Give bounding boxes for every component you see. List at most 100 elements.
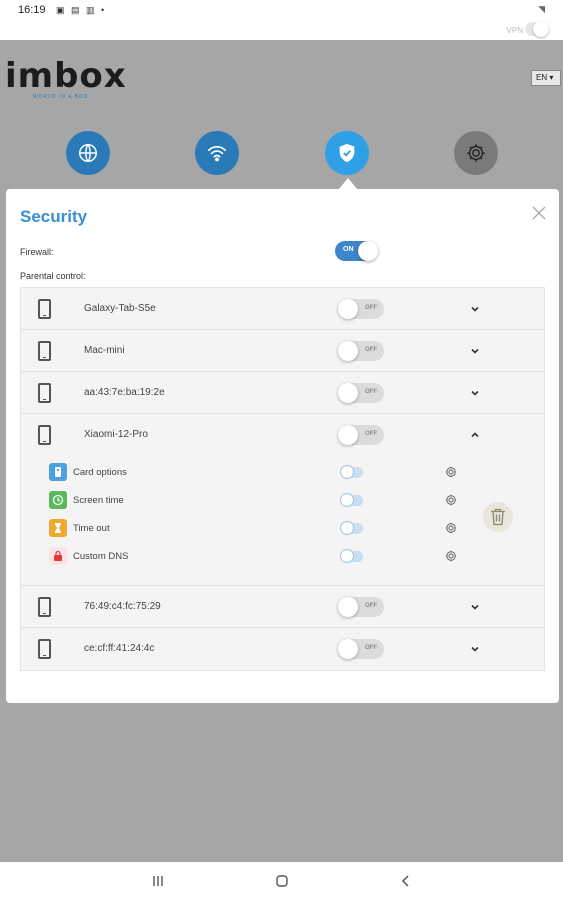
option-toggle[interactable] xyxy=(340,493,363,507)
chevron-down-icon[interactable] xyxy=(469,643,481,655)
device-toggle[interactable]: OFF xyxy=(338,597,384,617)
option-row-card-options: Card options xyxy=(49,462,469,484)
chevron-down-icon[interactable] xyxy=(469,303,481,315)
toggle-state-label: ON xyxy=(343,246,354,253)
chevron-up-icon[interactable] xyxy=(469,429,481,441)
toggle-state-label: OFF xyxy=(365,431,377,437)
option-toggle[interactable] xyxy=(340,549,363,563)
shield-icon xyxy=(339,143,355,163)
toggle-knob xyxy=(340,549,354,563)
option-label: Card options xyxy=(73,467,127,478)
device-row[interactable]: aa:43:7e:ba:19:2e OFF xyxy=(21,372,544,414)
device-toggle[interactable]: OFF xyxy=(338,425,384,445)
option-row-time-out: Time out xyxy=(49,518,469,540)
toggle-knob xyxy=(338,341,358,361)
parental-control-label: Parental control: xyxy=(20,271,86,281)
gear-icon[interactable] xyxy=(445,466,457,478)
option-row-screen-time: Screen time xyxy=(49,490,469,512)
lock-icon xyxy=(49,547,67,565)
delete-device-button[interactable] xyxy=(483,502,513,532)
system-nav-bar xyxy=(0,862,563,900)
device-name: Xiaomi-12-Pro xyxy=(84,429,148,440)
option-row-custom-dns: Custom DNS xyxy=(49,546,469,568)
toggle-state-label: OFF xyxy=(365,603,377,609)
device-row[interactable]: ce:cf:ff:41:24:4c OFF xyxy=(21,628,544,670)
card-icon xyxy=(49,463,67,481)
device-options-panel: Card options Screen time Time out Custom… xyxy=(21,456,544,586)
device-row-expanded[interactable]: Xiaomi-12-Pro OFF xyxy=(21,414,544,456)
device-row[interactable]: Galaxy-Tab-S5e OFF xyxy=(21,288,544,330)
device-toggle[interactable]: OFF xyxy=(338,383,384,403)
chevron-down-icon[interactable] xyxy=(469,387,481,399)
toggle-state-label: OFF xyxy=(365,389,377,395)
gear-icon[interactable] xyxy=(445,494,457,506)
globe-icon xyxy=(79,144,97,162)
clock-icon xyxy=(49,491,67,509)
trash-icon xyxy=(491,508,505,526)
status-time: 16:19 xyxy=(18,4,46,16)
language-select[interactable]: EN ▾ xyxy=(531,70,561,86)
toggle-knob xyxy=(358,241,378,261)
wifi-icon xyxy=(207,145,227,162)
back-icon[interactable] xyxy=(398,873,414,889)
device-toggle[interactable]: OFF xyxy=(338,299,384,319)
phone-icon xyxy=(38,639,51,659)
firewall-label: Firewall: xyxy=(20,247,54,257)
toggle-knob xyxy=(338,639,358,659)
option-label: Custom DNS xyxy=(73,551,129,562)
device-row[interactable]: Mac-mini OFF xyxy=(21,330,544,372)
status-wifi-icon: ◥ xyxy=(538,4,545,14)
toggle-knob xyxy=(340,465,354,479)
toggle-knob xyxy=(340,493,354,507)
phone-icon xyxy=(38,383,51,403)
toggle-knob xyxy=(338,299,358,319)
chevron-down-icon[interactable] xyxy=(469,601,481,613)
device-list: Galaxy-Tab-S5e OFF Mac-mini OFF aa:43:7e… xyxy=(20,287,545,671)
option-label: Screen time xyxy=(73,495,124,506)
phone-icon xyxy=(38,341,51,361)
nav-wifi-button[interactable] xyxy=(195,131,239,175)
device-name: 76:49:c4:fc:75:29 xyxy=(84,601,161,612)
nav-web-button[interactable] xyxy=(66,131,110,175)
notification-icons: ▣ ▤ ▥ • xyxy=(56,5,107,15)
phone-icon xyxy=(38,597,51,617)
nav-settings-button[interactable] xyxy=(454,131,498,175)
option-toggle[interactable] xyxy=(340,521,363,535)
device-row[interactable]: 76:49:c4:fc:75:29 OFF xyxy=(21,586,544,628)
vpn-label: VPN xyxy=(506,26,523,35)
logo-tagline: WORLD IN A BOX xyxy=(33,94,89,100)
recent-apps-icon[interactable] xyxy=(150,873,166,889)
toggle-state-label: OFF xyxy=(365,305,377,311)
device-toggle[interactable]: OFF xyxy=(338,639,384,659)
nav-security-button[interactable] xyxy=(325,131,369,175)
phone-icon xyxy=(38,299,51,319)
option-label: Time out xyxy=(73,523,110,534)
toggle-state-label: OFF xyxy=(365,347,377,353)
toggle-knob xyxy=(340,521,354,535)
phone-icon xyxy=(38,425,51,445)
chevron-down-icon[interactable] xyxy=(469,345,481,357)
device-name: Mac-mini xyxy=(84,345,125,356)
hourglass-icon xyxy=(49,519,67,537)
device-name: aa:43:7e:ba:19:2e xyxy=(84,387,165,398)
gear-icon[interactable] xyxy=(445,550,457,562)
device-name: ce:cf:ff:41:24:4c xyxy=(84,643,155,654)
status-bar: 16:19 ▣ ▤ ▥ • ◥ VPN xyxy=(0,0,563,40)
toggle-knob xyxy=(338,383,358,403)
device-toggle[interactable]: OFF xyxy=(338,341,384,361)
panel-title: Security xyxy=(20,207,88,226)
gear-icon[interactable] xyxy=(445,522,457,534)
imbox-logo: imbox WORLD IN A BOX xyxy=(5,56,127,100)
gear-icon xyxy=(467,144,485,162)
home-icon[interactable] xyxy=(274,873,290,889)
logo-text: imbox xyxy=(5,56,127,96)
vpn-toggle[interactable] xyxy=(525,21,549,37)
firewall-toggle[interactable]: ON xyxy=(335,241,378,261)
close-icon[interactable] xyxy=(531,205,547,221)
device-name: Galaxy-Tab-S5e xyxy=(84,303,156,314)
toggle-knob xyxy=(338,597,358,617)
toggle-knob xyxy=(338,425,358,445)
security-panel: Security Firewall: ON Parental control: … xyxy=(6,189,559,703)
toggle-state-label: OFF xyxy=(365,645,377,651)
option-toggle[interactable] xyxy=(340,465,363,479)
